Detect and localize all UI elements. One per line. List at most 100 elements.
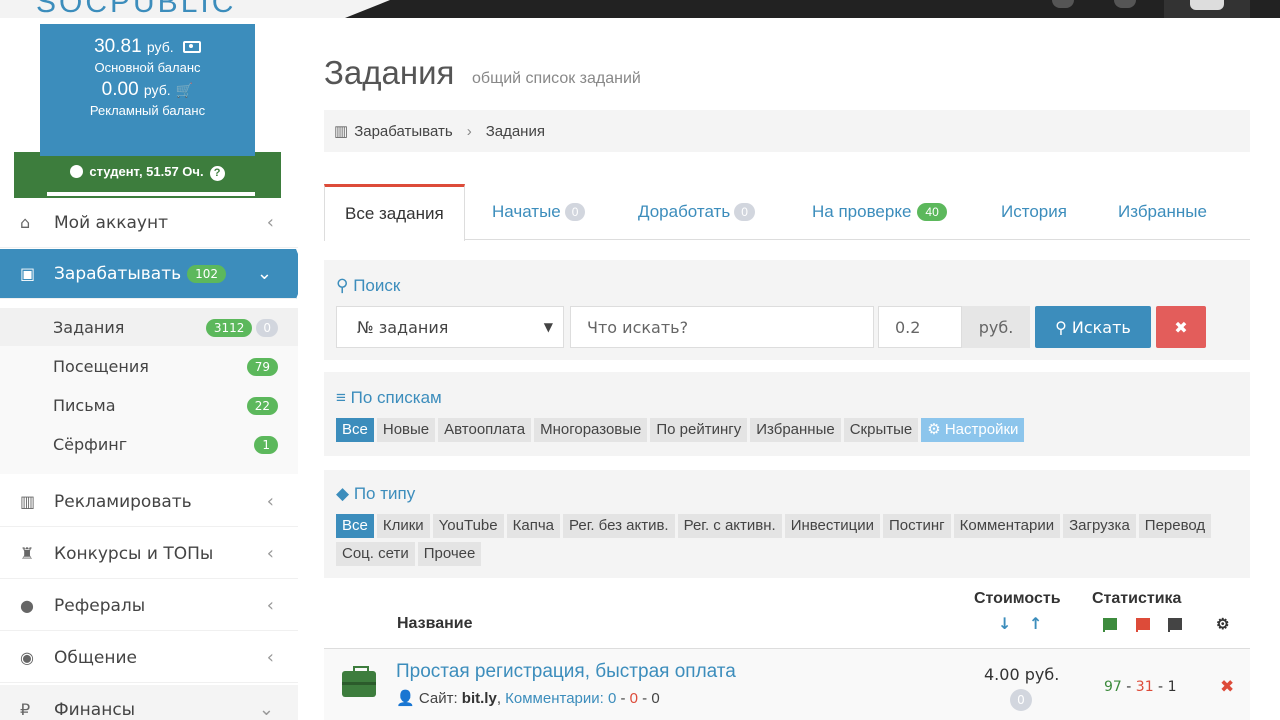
task-tabs: Все задания Начатые 0 Доработать 0 На пров… (324, 184, 1250, 241)
sidebar-item-finance[interactable]: ₽ Финансы ⌄ (0, 685, 298, 720)
avatar (1190, 0, 1224, 10)
column-name: Название (397, 615, 473, 632)
sort-desc-icon[interactable]: ↓ (998, 614, 1011, 633)
type-filter-social[interactable]: Соц. сети (336, 542, 415, 566)
price-badge: 0 (1010, 689, 1032, 711)
list-filter-rating[interactable]: По рейтингу (650, 418, 748, 442)
task-stats: 97 - 31 - 1 (1104, 679, 1177, 695)
submenu-item-tasks[interactable]: Задания 3112 0 (0, 308, 298, 346)
main-balance-label: Основной баланс (94, 60, 201, 75)
rework-count-badge: 0 (734, 203, 755, 221)
chevron-left-icon: ‹ (266, 647, 274, 668)
gears-icon: ⚙ (927, 421, 941, 438)
task-price: 4.00 руб. (984, 665, 1060, 684)
help-icon[interactable]: ? (209, 166, 225, 181)
user-menu[interactable] (1164, 0, 1250, 18)
tab-started[interactable]: Начатые 0 (492, 184, 586, 240)
started-count-badge: 0 (564, 203, 586, 221)
tasks-count-badge: 3112 (205, 319, 253, 337)
lists-panel: ≡ По спискам Все Новые Автооплата Многор… (324, 372, 1250, 456)
list-filter-reusable[interactable]: Многоразовые (534, 418, 648, 442)
chevron-right-icon: › (466, 122, 472, 140)
breadcrumb-earn[interactable]: Зарабатывать (354, 123, 453, 140)
table-row: Простая регистрация, быстрая оплата 👤 Са… (324, 648, 1250, 720)
level-status: студент, 51.57 Оч. (89, 164, 204, 179)
level-progress-bar (47, 192, 255, 196)
type-filter-other[interactable]: Прочее (417, 542, 482, 566)
sidebar-item-account[interactable]: ⌂ Мой аккаунт ‹ (0, 198, 298, 248)
tasks-new-badge: 0 (256, 319, 278, 337)
search-icon: ⚲ (1055, 317, 1067, 337)
page-subtitle: общий список заданий (472, 70, 641, 87)
list-filter-settings[interactable]: ⚙ Настройки (921, 418, 1025, 442)
list-filter-autopay[interactable]: Автооплата (438, 418, 532, 442)
submenu-item-letters[interactable]: Письма 22 (0, 386, 298, 424)
sidebar-item-chat[interactable]: ◉ Общение ‹ (0, 633, 298, 683)
hide-task-icon[interactable]: ✖ (1220, 677, 1234, 697)
type-filter-reg-no-activity[interactable]: Рег. без актив. (563, 514, 675, 538)
chevron-down-icon: ⌄ (258, 699, 274, 720)
sidebar-item-referrals[interactable]: ● Рефералы ‹ (0, 581, 298, 631)
submenu-item-surfing[interactable]: Сёрфинг 1 (0, 425, 298, 463)
search-icon: ⚲ (336, 276, 349, 295)
search-type-select[interactable]: № задания ▼ (336, 306, 564, 348)
sidebar-item-contests[interactable]: ♜ Конкурсы и ТОПы ‹ (0, 529, 298, 579)
letters-count-badge: 22 (246, 397, 278, 415)
review-count-badge: 40 (917, 203, 947, 221)
sort-asc-icon[interactable]: ↑ (1029, 614, 1042, 633)
lists-title: По спискам (350, 388, 442, 407)
tab-rework[interactable]: Доработать 0 (638, 184, 755, 240)
search-panel: ⚲ Поиск № задания ▼ Что искать? 0.2 руб.… (324, 260, 1250, 360)
task-site: bit.ly (461, 690, 497, 707)
sidebar: 30.81 руб. Основной баланс 0.00 руб. 🛒 Р… (0, 18, 306, 720)
money-icon (182, 40, 201, 53)
types-title: По типу (353, 484, 416, 503)
earn-count-badge: 102 (187, 264, 227, 283)
tab-history[interactable]: История (1001, 184, 1067, 240)
type-filter-all[interactable]: Все (336, 514, 374, 538)
settings-icon[interactable] (1052, 0, 1074, 8)
task-title[interactable]: Простая регистрация, быстрая оплата (396, 661, 736, 683)
notifications-icon[interactable] (1114, 0, 1136, 8)
sidebar-item-advertise[interactable]: ▥ Рекламировать ‹ (0, 477, 298, 527)
comments-icon: ◉ (20, 648, 34, 667)
logo[interactable]: SOCPUBLIC (36, 0, 236, 20)
type-filter-translation[interactable]: Перевод (1138, 514, 1212, 538)
type-filters: Все Клики YouTube Капча Рег. без актив. … (336, 514, 1216, 566)
search-button[interactable]: ⚲ Искать (1035, 306, 1151, 348)
type-filter-comments[interactable]: Комментарии (953, 514, 1061, 538)
list-filter-all[interactable]: Все (336, 418, 374, 442)
trophy-icon: ♜ (20, 544, 35, 563)
clear-button[interactable]: ✖ (1156, 306, 1206, 348)
sidebar-item-earn[interactable]: ▣ Зарабатывать 102 ⌄ (0, 249, 306, 299)
cart-icon: 🛒 (175, 82, 194, 98)
chevron-down-icon: ⌄ (256, 263, 272, 284)
list-filter-new[interactable]: Новые (376, 418, 436, 442)
tab-favorites[interactable]: Избранные (1118, 184, 1207, 240)
list-filter-hidden[interactable]: Скрытые (843, 418, 919, 442)
type-filter-posting[interactable]: Постинг (883, 514, 951, 538)
tab-all[interactable]: Все задания (324, 184, 465, 241)
table-settings-icon[interactable]: ⚙ (1216, 615, 1229, 633)
home-icon: ⌂ (20, 213, 31, 232)
chevron-left-icon: ‹ (266, 543, 274, 564)
type-filter-investments[interactable]: Инвестиции (784, 514, 880, 538)
price-input[interactable]: 0.2 (878, 306, 962, 348)
type-filter-reg-activity[interactable]: Рег. с активн. (677, 514, 782, 538)
briefcase-icon (342, 666, 376, 697)
task-comments-link[interactable]: Комментарии: (505, 690, 604, 707)
types-panel: ◆ По типу Все Клики YouTube Капча Рег. б… (324, 470, 1250, 578)
tab-review[interactable]: На проверке 40 (812, 184, 947, 240)
search-input[interactable]: Что искать? (570, 306, 874, 348)
price-unit: руб. (962, 306, 1030, 348)
submenu-item-visits[interactable]: Посещения 79 (0, 347, 298, 385)
type-filter-captcha[interactable]: Капча (506, 514, 560, 538)
list-filter-favorites[interactable]: Избранные (750, 418, 841, 442)
search-title: Поиск (353, 276, 401, 295)
chevron-left-icon: ‹ (266, 491, 274, 512)
type-filter-upload[interactable]: Загрузка (1063, 514, 1136, 538)
breadcrumb: ▥ Зарабатывать › Задания (324, 110, 1250, 152)
bar-chart-icon: ▥ (20, 492, 36, 511)
type-filter-youtube[interactable]: YouTube (432, 514, 504, 538)
type-filter-clicks[interactable]: Клики (376, 514, 430, 538)
